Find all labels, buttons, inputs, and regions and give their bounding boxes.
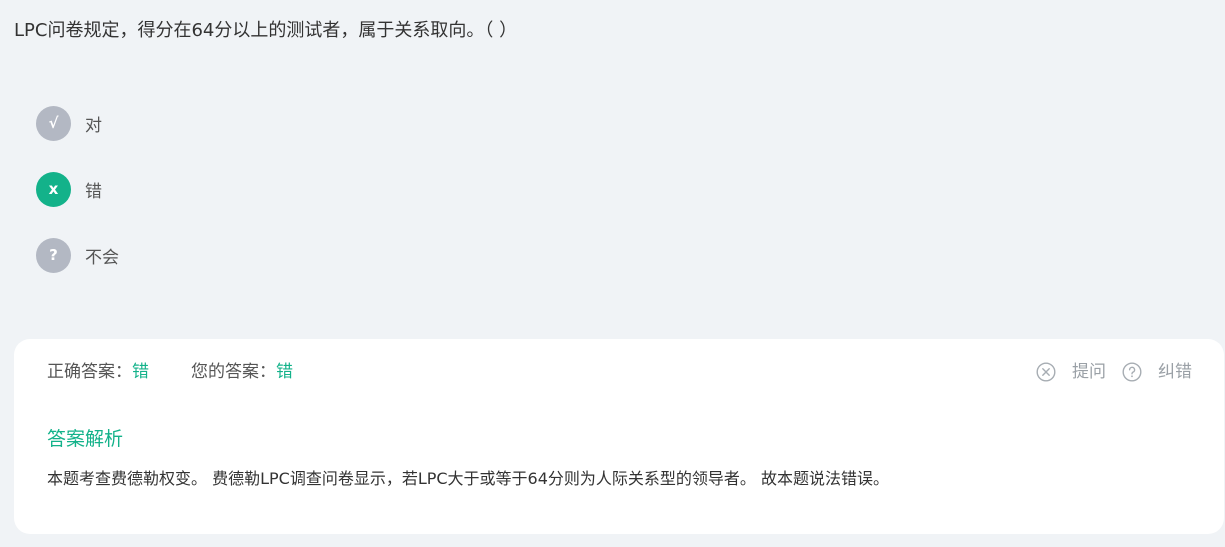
correct-answer-label: 正确答案： [47, 362, 132, 382]
ask-label: 提问 [1072, 362, 1106, 382]
question-mark-icon: ? [36, 237, 71, 273]
options-list: √ 对 x 错 ? 不会 [36, 105, 119, 303]
your-answer: 您的答案： 错 [191, 359, 293, 385]
analysis-text: 本题考查费德勒权变。 费德勒LPC调查问卷显示，若LPC大于或等于64分则为人际… [47, 469, 890, 488]
answer-summary: 正确答案： 错 您的答案： 错 [47, 359, 293, 385]
your-answer-label: 您的答案： [191, 362, 276, 382]
option-false[interactable]: x 错 [36, 171, 119, 207]
option-true[interactable]: √ 对 [36, 105, 119, 141]
close-circle-icon [1036, 362, 1056, 382]
question-text: LPC问卷规定，得分在64分以上的测试者，属于关系取向。（ ） [14, 20, 518, 41]
question-circle-icon [1122, 362, 1142, 382]
cross-icon: x [36, 171, 71, 207]
option-label: 对 [85, 115, 102, 136]
option-unknown[interactable]: ? 不会 [36, 237, 119, 273]
card-actions: 提问 纠错 [1036, 359, 1192, 385]
analysis-title: 答案解析 [47, 428, 124, 450]
report-error-label: 纠错 [1158, 362, 1192, 382]
your-answer-value: 错 [276, 362, 293, 382]
option-label: 不会 [85, 247, 119, 268]
correct-answer-value: 错 [132, 362, 149, 382]
answer-card: 正确答案： 错 您的答案： 错 提问 纠错 答案解析 本题考查费德勒权变。 费德… [14, 339, 1224, 534]
ask-button[interactable]: 提问 [1036, 359, 1106, 385]
check-icon: √ [36, 105, 71, 141]
report-error-button[interactable]: 纠错 [1122, 359, 1192, 385]
correct-answer: 正确答案： 错 [47, 359, 149, 385]
option-label: 错 [85, 181, 102, 202]
